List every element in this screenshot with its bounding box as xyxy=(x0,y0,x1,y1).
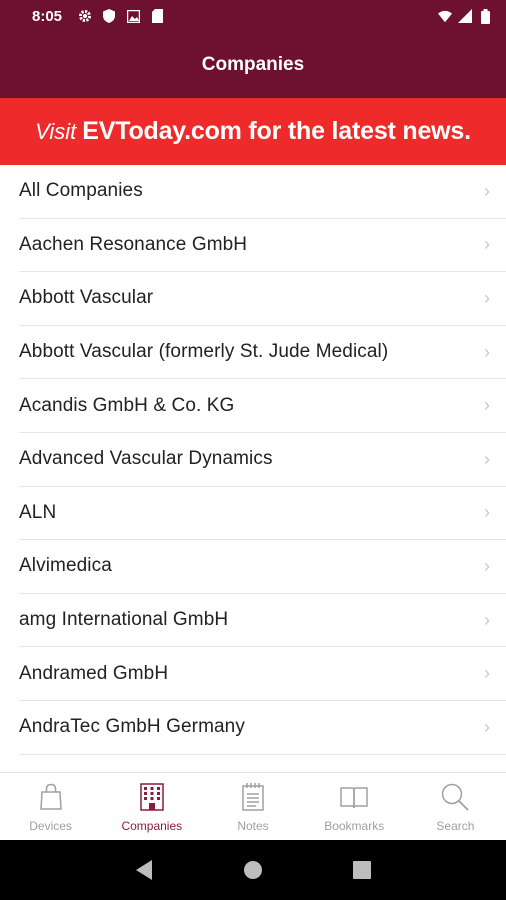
back-icon[interactable] xyxy=(132,858,156,882)
chevron-right-icon: › xyxy=(484,287,490,308)
tab-bookmarks-label: Bookmarks xyxy=(324,818,385,833)
list-item[interactable]: Aachen Resonance GmbH › xyxy=(19,219,506,273)
list-item-label: All Companies xyxy=(19,180,143,202)
chevron-right-icon: › xyxy=(484,663,490,684)
chevron-right-icon: › xyxy=(484,502,490,523)
banner-visit-text: Visit xyxy=(35,118,77,144)
tab-notes-label: Notes xyxy=(237,818,269,833)
app-bar: Companies xyxy=(0,32,506,98)
tab-devices[interactable]: Devices xyxy=(0,773,101,840)
recents-icon[interactable] xyxy=(350,858,374,882)
list-item-label: Abbott Vascular (formerly St. Jude Medic… xyxy=(19,341,389,363)
chevron-right-icon: › xyxy=(484,341,490,362)
list-item-label: amg International GmbH xyxy=(19,609,229,631)
search-icon xyxy=(442,783,470,811)
banner-main-text: EVToday.com for the latest news. xyxy=(82,117,471,145)
list-item[interactable]: Acandis GmbH & Co. KG › xyxy=(19,379,506,433)
list-item-label: Alvimedica xyxy=(19,555,112,577)
tab-companies-label: Companies xyxy=(121,818,183,833)
chevron-right-icon: › xyxy=(484,448,490,469)
book-icon xyxy=(340,786,368,808)
chevron-right-icon: › xyxy=(484,609,490,630)
page-title: Companies xyxy=(201,54,305,75)
chevron-right-icon: › xyxy=(484,234,490,255)
list-item[interactable]: All Companies › xyxy=(19,165,506,219)
list-item[interactable]: Alvimedica › xyxy=(19,540,506,594)
shopping-bag-icon xyxy=(39,783,62,810)
tab-search-label: Search xyxy=(436,818,475,833)
shield-icon xyxy=(102,9,116,23)
ad-banner[interactable]: Visit EVToday.com for the latest news. xyxy=(0,98,506,165)
companies-list: All Companies › Aachen Resonance GmbH › … xyxy=(0,165,506,772)
list-item-label: Advanced Vascular Dynamics xyxy=(19,448,273,470)
chevron-right-icon: › xyxy=(484,395,490,416)
building-icon xyxy=(140,782,164,811)
system-nav-bar xyxy=(0,840,506,900)
list-item-label: ALN xyxy=(19,501,57,523)
chevron-right-icon: › xyxy=(484,716,490,737)
status-time: 8:05 xyxy=(32,7,63,25)
list-item[interactable]: ALN › xyxy=(19,487,506,541)
list-item[interactable]: AndraTec GmbH Germany › xyxy=(19,701,506,755)
home-icon[interactable] xyxy=(241,858,265,882)
list-item[interactable]: Abbott Vascular › xyxy=(19,272,506,326)
tab-search[interactable]: Search xyxy=(405,773,506,840)
chevron-right-icon: › xyxy=(484,180,490,201)
list-item-label: Acandis GmbH & Co. KG xyxy=(19,394,235,416)
list-item[interactable]: Advanced Vascular Dynamics › xyxy=(19,433,506,487)
tab-devices-label: Devices xyxy=(29,818,72,833)
settings-icon xyxy=(78,9,92,23)
notepad-icon xyxy=(242,782,264,811)
battery-icon xyxy=(478,8,492,24)
image-icon xyxy=(126,9,140,23)
list-item-label: Andramed GmbH xyxy=(19,662,169,684)
list-item[interactable]: amg International GmbH › xyxy=(19,594,506,648)
tab-notes[interactable]: Notes xyxy=(202,773,303,840)
list-item-label: AndraTec GmbH Germany xyxy=(19,716,245,738)
list-item[interactable]: Andramed GmbH › xyxy=(19,647,506,701)
tab-companies[interactable]: Companies xyxy=(101,773,202,840)
status-bar: 8:05 xyxy=(0,0,506,32)
signal-icon xyxy=(458,9,472,23)
list-item-label: Aachen Resonance GmbH xyxy=(19,233,248,255)
wifi-icon xyxy=(438,9,452,23)
chevron-right-icon: › xyxy=(484,555,490,576)
tab-bookmarks[interactable]: Bookmarks xyxy=(304,773,405,840)
bottom-tab-bar: Devices Companies Notes Bookmarks Search xyxy=(0,772,506,840)
list-item[interactable]: Abbott Vascular (formerly St. Jude Medic… xyxy=(19,326,506,380)
list-item-label: Abbott Vascular xyxy=(19,287,154,309)
sd-card-icon xyxy=(150,9,164,23)
